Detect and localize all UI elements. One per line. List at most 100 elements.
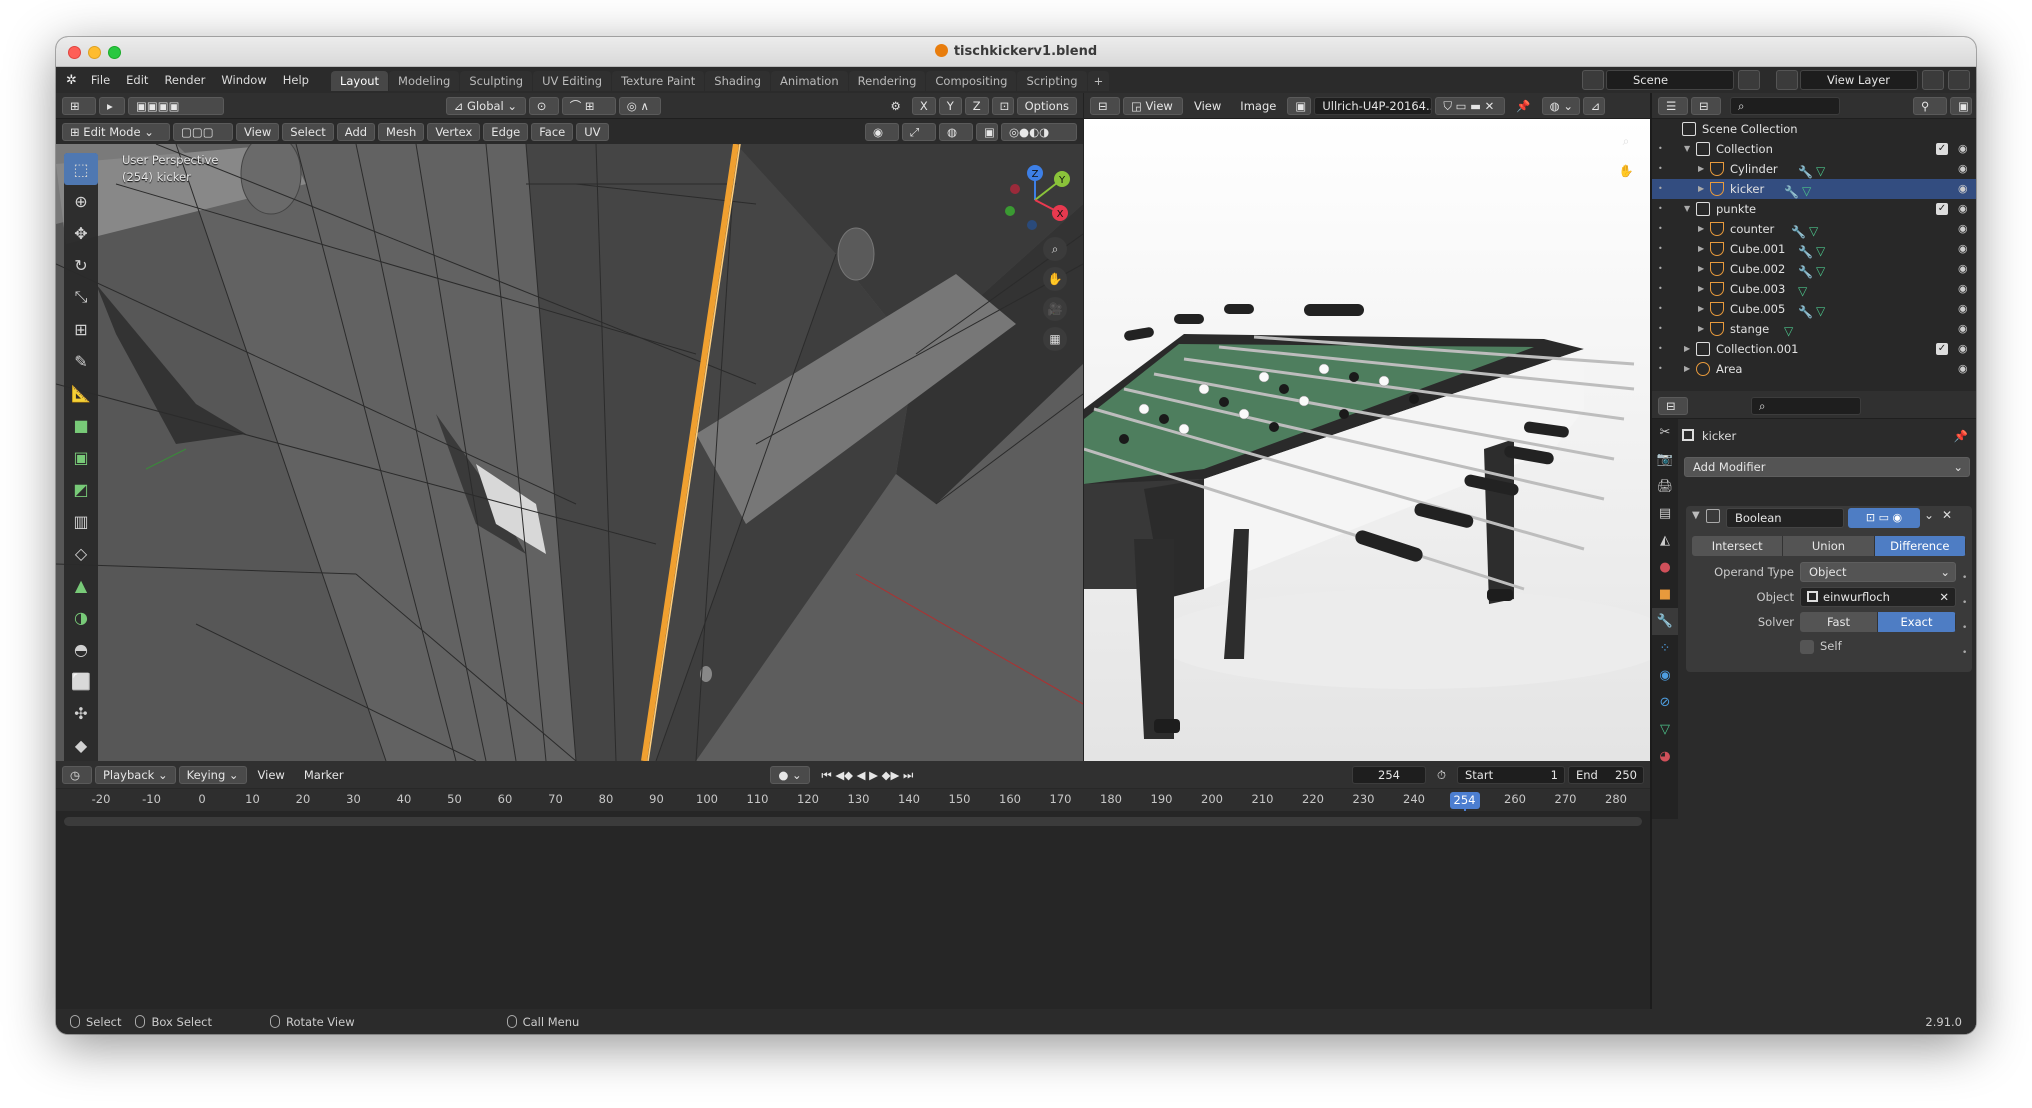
timeline-menu-marker[interactable]: Marker — [296, 766, 352, 784]
new-view-layer-icon[interactable] — [1922, 70, 1944, 90]
mode-dropdown[interactable]: ⊞ Edit Mode ⌄ — [62, 122, 170, 141]
properties-type-icon[interactable]: ⊟ — [1658, 396, 1688, 415]
visibility-eye-icon[interactable]: ◉ — [1958, 179, 1968, 199]
menu-uv[interactable]: UV — [576, 122, 609, 141]
select-tool-icon[interactable]: ▸ — [99, 96, 125, 115]
axis-z-toggle[interactable]: Z — [964, 96, 989, 115]
playback-dropdown[interactable]: Playback ⌄ — [95, 765, 176, 784]
shear-tool[interactable]: ✣ — [64, 697, 98, 729]
modifier-visibility-icons[interactable]: ⊡ ▭ ◉ — [1848, 508, 1920, 528]
playhead-frame[interactable]: 254 — [1449, 792, 1480, 809]
menu-file[interactable]: File — [83, 73, 118, 87]
outliner-row[interactable]: Scene Collection — [1652, 119, 1976, 139]
pin-icon[interactable]: 📌 — [1954, 419, 1968, 453]
auto-merge-icon[interactable]: ⊡ — [991, 96, 1014, 115]
frame-ruler[interactable]: -20 -10 0 10 20 30 40 50 60 70 80 90 100 110 120 130 140… — [56, 789, 1650, 839]
render-tab-icon[interactable]: 📷 — [1652, 446, 1678, 473]
visibility-eye-icon[interactable]: ◉ — [1958, 319, 1968, 339]
object-field[interactable]: einwurfloch ✕ — [1800, 587, 1956, 607]
object-tab-icon[interactable]: ■ — [1652, 581, 1678, 608]
clear-object-icon[interactable]: ✕ — [1939, 588, 1949, 606]
navigation-gizmo[interactable]: Z Y X — [1000, 165, 1070, 235]
image-view-dropdown[interactable]: ◲ View — [1123, 96, 1183, 115]
outliner-search-input[interactable]: ⌕ — [1730, 96, 1840, 115]
tab-texture-paint[interactable]: Texture Paint — [612, 71, 705, 91]
physics-tab-icon[interactable]: ◉ — [1652, 662, 1678, 689]
keying-dropdown[interactable]: Keying ⌄ — [178, 765, 247, 784]
close-window-button[interactable] — [68, 46, 81, 59]
xray-toggle-icon[interactable]: ▣ — [976, 122, 998, 141]
solver-fast[interactable]: Fast — [1800, 612, 1878, 632]
tab-sculpting[interactable]: Sculpting — [460, 71, 533, 91]
axis-y-toggle[interactable]: Y — [938, 96, 962, 115]
new-scene-icon[interactable] — [1738, 70, 1760, 90]
modifier-tab-icon[interactable]: 🔧 — [1652, 608, 1678, 635]
ortho-grid-icon[interactable]: ▦ — [1043, 327, 1067, 351]
outliner-row[interactable]: • ▼ punkte ✓ ◉ — [1652, 199, 1976, 219]
visibility-icon[interactable]: ◉ — [865, 122, 899, 141]
end-frame-field[interactable]: End 250 — [1568, 765, 1644, 784]
menu-render[interactable]: Render — [156, 73, 213, 87]
selection-mode-icons[interactable]: ▣▣▣▣ — [128, 96, 224, 115]
outliner-row[interactable]: • ▶ Collection.001 ✓ ◉ — [1652, 339, 1976, 359]
tab-uv-editing[interactable]: UV Editing — [533, 71, 612, 91]
tab-scripting[interactable]: Scripting — [1017, 71, 1087, 91]
tool-tab-icon[interactable]: ✂ — [1652, 419, 1678, 446]
material-tab-icon[interactable]: ◕ — [1652, 743, 1678, 770]
expand-triangle-icon[interactable]: ▶ — [1684, 359, 1690, 379]
image-actions-icons[interactable]: ⛉ ▭ ▬ ✕ — [1435, 96, 1506, 115]
image-menu-view[interactable]: View — [1186, 97, 1229, 115]
expand-triangle-icon[interactable]: ▶ — [1684, 339, 1690, 359]
camera-view-icon[interactable]: 🎥 — [1043, 297, 1067, 321]
shrink-tool[interactable]: ⬜ — [64, 665, 98, 697]
expand-triangle-icon[interactable]: ▼ — [1684, 139, 1690, 159]
current-frame-field[interactable]: 254 — [1352, 765, 1427, 784]
outliner-row[interactable]: • ▶ kicker 🔧 ▽ ◉ — [1652, 179, 1976, 199]
cursor-tool[interactable]: ⊕ — [64, 185, 98, 217]
zoom-window-button[interactable] — [108, 46, 121, 59]
tab-layout[interactable]: Layout — [330, 71, 389, 91]
menu-edge[interactable]: Edge — [483, 122, 529, 141]
menu-face[interactable]: Face — [531, 122, 574, 141]
scene-selector-icon[interactable] — [1582, 70, 1604, 90]
menu-select[interactable]: Select — [282, 122, 334, 141]
output-tab-icon[interactable]: 🖨 — [1652, 473, 1678, 500]
bevel-tool[interactable]: ◩ — [64, 473, 98, 505]
image-toggle-icon[interactable]: ⊿ — [1582, 96, 1605, 115]
particles-tab-icon[interactable]: ⁘ — [1652, 635, 1678, 662]
view-layer-field[interactable]: View Layer — [1800, 70, 1918, 90]
outliner-row[interactable]: • ▶ Cube.005 🔧 ▽ ◉ — [1652, 299, 1976, 319]
modifier-name-field[interactable]: Boolean — [1726, 508, 1844, 528]
transform-orientation-dropdown[interactable]: ⊿ Global ⌄ — [445, 96, 526, 115]
outliner-type-icon[interactable]: ☰ — [1658, 96, 1688, 115]
transform-tool[interactable]: ⊞ — [64, 313, 98, 345]
tab-modeling[interactable]: Modeling — [389, 71, 460, 91]
menu-vertex[interactable]: Vertex — [427, 122, 481, 141]
image-pan-icon[interactable]: ✋ — [1614, 159, 1638, 183]
select-box-tool[interactable]: ⬚ — [64, 153, 98, 185]
outliner-row[interactable]: • ▶ Cube.001 🔧 ▽ ◉ — [1652, 239, 1976, 259]
annotate-tool[interactable]: ✎ — [64, 345, 98, 377]
expand-triangle-icon[interactable]: ▶ — [1698, 239, 1704, 259]
op-difference[interactable]: Difference — [1874, 536, 1966, 556]
shading-mode-icons[interactable]: ◎●◐◑ — [1001, 122, 1077, 141]
add-modifier-dropdown[interactable]: Add Modifier ⌄ — [1684, 457, 1970, 477]
outliner-row[interactable]: • ▶ Cube.002 🔧 ▽ ◉ — [1652, 259, 1976, 279]
image-zoom-icon[interactable]: ⌕ — [1614, 129, 1638, 153]
image-viewer[interactable] — [1084, 119, 1650, 761]
mirror-icon[interactable]: ⚙ — [883, 97, 909, 115]
blender-menu-icon[interactable]: ✲ — [66, 73, 77, 88]
visibility-eye-icon[interactable]: ◉ — [1958, 159, 1968, 179]
menu-edit[interactable]: Edit — [118, 73, 156, 87]
outliner-row[interactable]: • ▶ Area ◉ — [1652, 359, 1976, 379]
scene-field[interactable]: Scene — [1606, 70, 1734, 90]
visibility-eye-icon[interactable]: ◉ — [1958, 199, 1968, 219]
overlay-toggle-icon[interactable]: ◍ — [939, 122, 973, 141]
image-name-field[interactable]: Ullrich-U4P-20164... — [1314, 96, 1433, 115]
poly-build-tool[interactable]: ▲ — [64, 569, 98, 601]
add-workspace-button[interactable]: + — [1087, 71, 1110, 91]
operand-type-dropdown[interactable]: Object ⌄ — [1800, 562, 1956, 582]
spin-tool[interactable]: ◑ — [64, 601, 98, 633]
extrude-tool[interactable]: ■ — [64, 409, 98, 441]
constraints-tab-icon[interactable]: ⊘ — [1652, 689, 1678, 716]
